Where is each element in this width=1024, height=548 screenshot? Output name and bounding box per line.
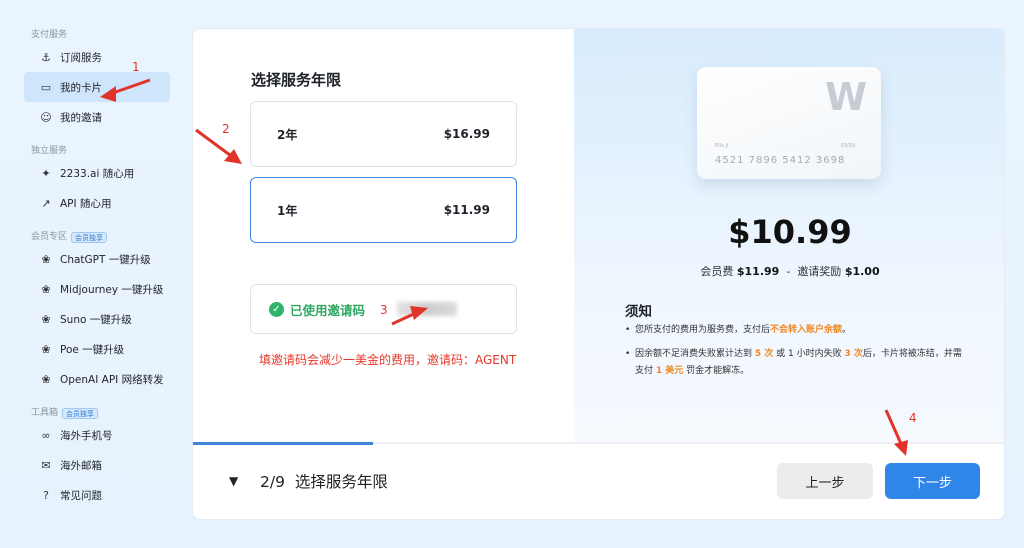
annotation-arrows [100, 78, 908, 456]
annotation-arrow-3 [391, 306, 428, 326]
annotation-arrow-1 [100, 78, 151, 102]
annotation-arrow-2 [195, 128, 242, 164]
annotation-arrow-4 [884, 409, 908, 456]
